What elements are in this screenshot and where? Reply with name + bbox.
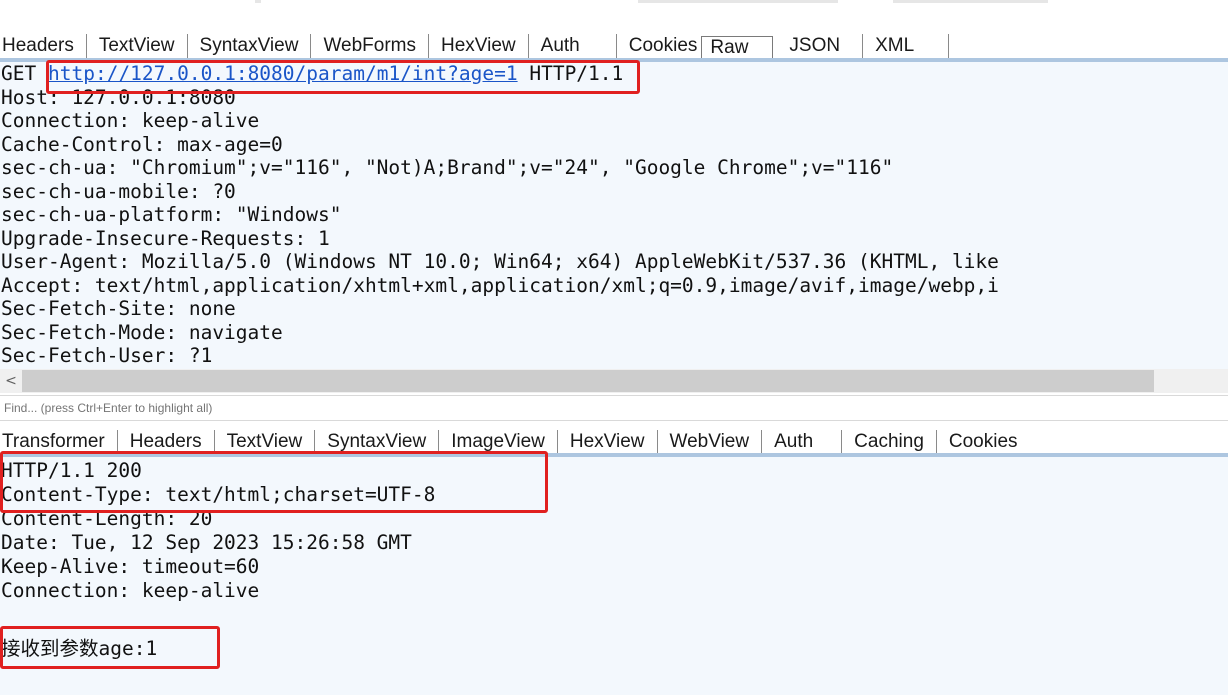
request-line: GET http://127.0.0.1:8080/param/m1/int?a…	[1, 62, 623, 85]
request-header-line: Host: 127.0.0.1:8080	[1, 85, 236, 109]
tab-request-syntaxview[interactable]: SyntaxView	[188, 34, 312, 58]
request-header-line: Sec-Fetch-Site: none	[1, 297, 236, 320]
request-protocol: HTTP/1.1	[529, 62, 624, 85]
tab-response-transformer[interactable]: Transformer	[0, 430, 118, 453]
tab-request-headers[interactable]: Headers	[0, 34, 87, 58]
pane-splitter[interactable]	[0, 421, 1228, 430]
tab-response-syntaxview[interactable]: SyntaxView	[315, 430, 440, 453]
request-header-line: Cache-Control: max-age=0	[1, 132, 283, 156]
tab-response-hexview[interactable]: HexView	[558, 430, 658, 453]
response-header-line: Connection: keep-alive	[1, 579, 260, 602]
request-header-line: Connection: keep-alive	[1, 109, 260, 132]
response-body-text: 接收到参数age:1	[1, 637, 158, 660]
find-input[interactable]	[4, 397, 604, 419]
tab-request-cookies[interactable]: Cookies	[617, 34, 702, 58]
request-header-line: sec-ch-ua: "Chromium";v="116", "Not)A;Br…	[1, 156, 894, 179]
tab-request-raw[interactable]: Raw	[701, 36, 774, 58]
tab-request-textview[interactable]: TextView	[87, 34, 188, 58]
tab-response-caching[interactable]: Caching	[842, 430, 937, 453]
response-status-line: HTTP/1.1 200	[1, 459, 142, 482]
toolbar-fragment	[638, 0, 838, 3]
tab-response-textview[interactable]: TextView	[215, 430, 316, 453]
response-header-line: Keep-Alive: timeout=60	[1, 555, 260, 578]
request-raw-pane[interactable]: GET http://127.0.0.1:8080/param/m1/int?a…	[0, 62, 1228, 369]
tab-response-imageview[interactable]: ImageView	[439, 430, 558, 453]
tab-request-xml[interactable]: XML	[863, 34, 950, 58]
response-header-line: Date: Tue, 12 Sep 2023 15:26:58 GMT	[1, 531, 412, 554]
scroll-left-arrow-icon[interactable]: <	[2, 371, 20, 391]
tab-request-json[interactable]: JSON	[773, 34, 864, 58]
request-header-line: Accept: text/html,application/xhtml+xml,…	[1, 273, 999, 297]
request-header-line: Sec-Fetch-User: ?1	[1, 344, 213, 367]
window-top-strip	[0, 0, 1228, 34]
toolbar-fragment	[893, 0, 1048, 3]
tab-request-auth[interactable]: Auth	[529, 34, 617, 58]
request-tab-bar: Headers TextView SyntaxView WebForms HexView…	[0, 34, 1228, 62]
find-bar	[0, 395, 1228, 421]
scrollbar-thumb[interactable]	[22, 370, 1154, 392]
request-header-line: sec-ch-ua-mobile: ?0	[1, 179, 236, 203]
request-header-line: sec-ch-ua-platform: "Windows"	[1, 203, 342, 226]
response-header-line: Content-Type: text/html;charset=UTF-8	[1, 483, 436, 506]
request-method: GET	[1, 62, 37, 85]
tab-response-webview[interactable]: WebView	[658, 430, 763, 453]
tab-request-webforms[interactable]: WebForms	[311, 34, 430, 58]
request-url-link[interactable]: http://127.0.0.1:8080/param/m1/int?age=1	[48, 62, 518, 85]
request-header-line: Sec-Fetch-Mode: navigate	[1, 320, 283, 344]
tab-response-auth[interactable]: Auth	[762, 430, 843, 453]
toolbar-fragment	[255, 0, 261, 3]
response-raw-pane[interactable]: HTTP/1.1 200 Content-Type: text/html;cha…	[0, 457, 1228, 695]
horizontal-scrollbar[interactable]: <	[0, 369, 1228, 393]
tab-response-cookies[interactable]: Cookies	[937, 430, 1030, 453]
tab-response-headers[interactable]: Headers	[118, 430, 215, 453]
request-header-line: Upgrade-Insecure-Requests: 1	[1, 226, 330, 250]
response-header-line: Content-Length: 20	[1, 507, 213, 530]
response-tab-bar: Transformer Headers TextView SyntaxView Imag…	[0, 430, 1228, 457]
request-header-line: User-Agent: Mozilla/5.0 (Windows NT 10.0…	[1, 250, 999, 273]
tab-request-hexview[interactable]: HexView	[429, 34, 529, 58]
